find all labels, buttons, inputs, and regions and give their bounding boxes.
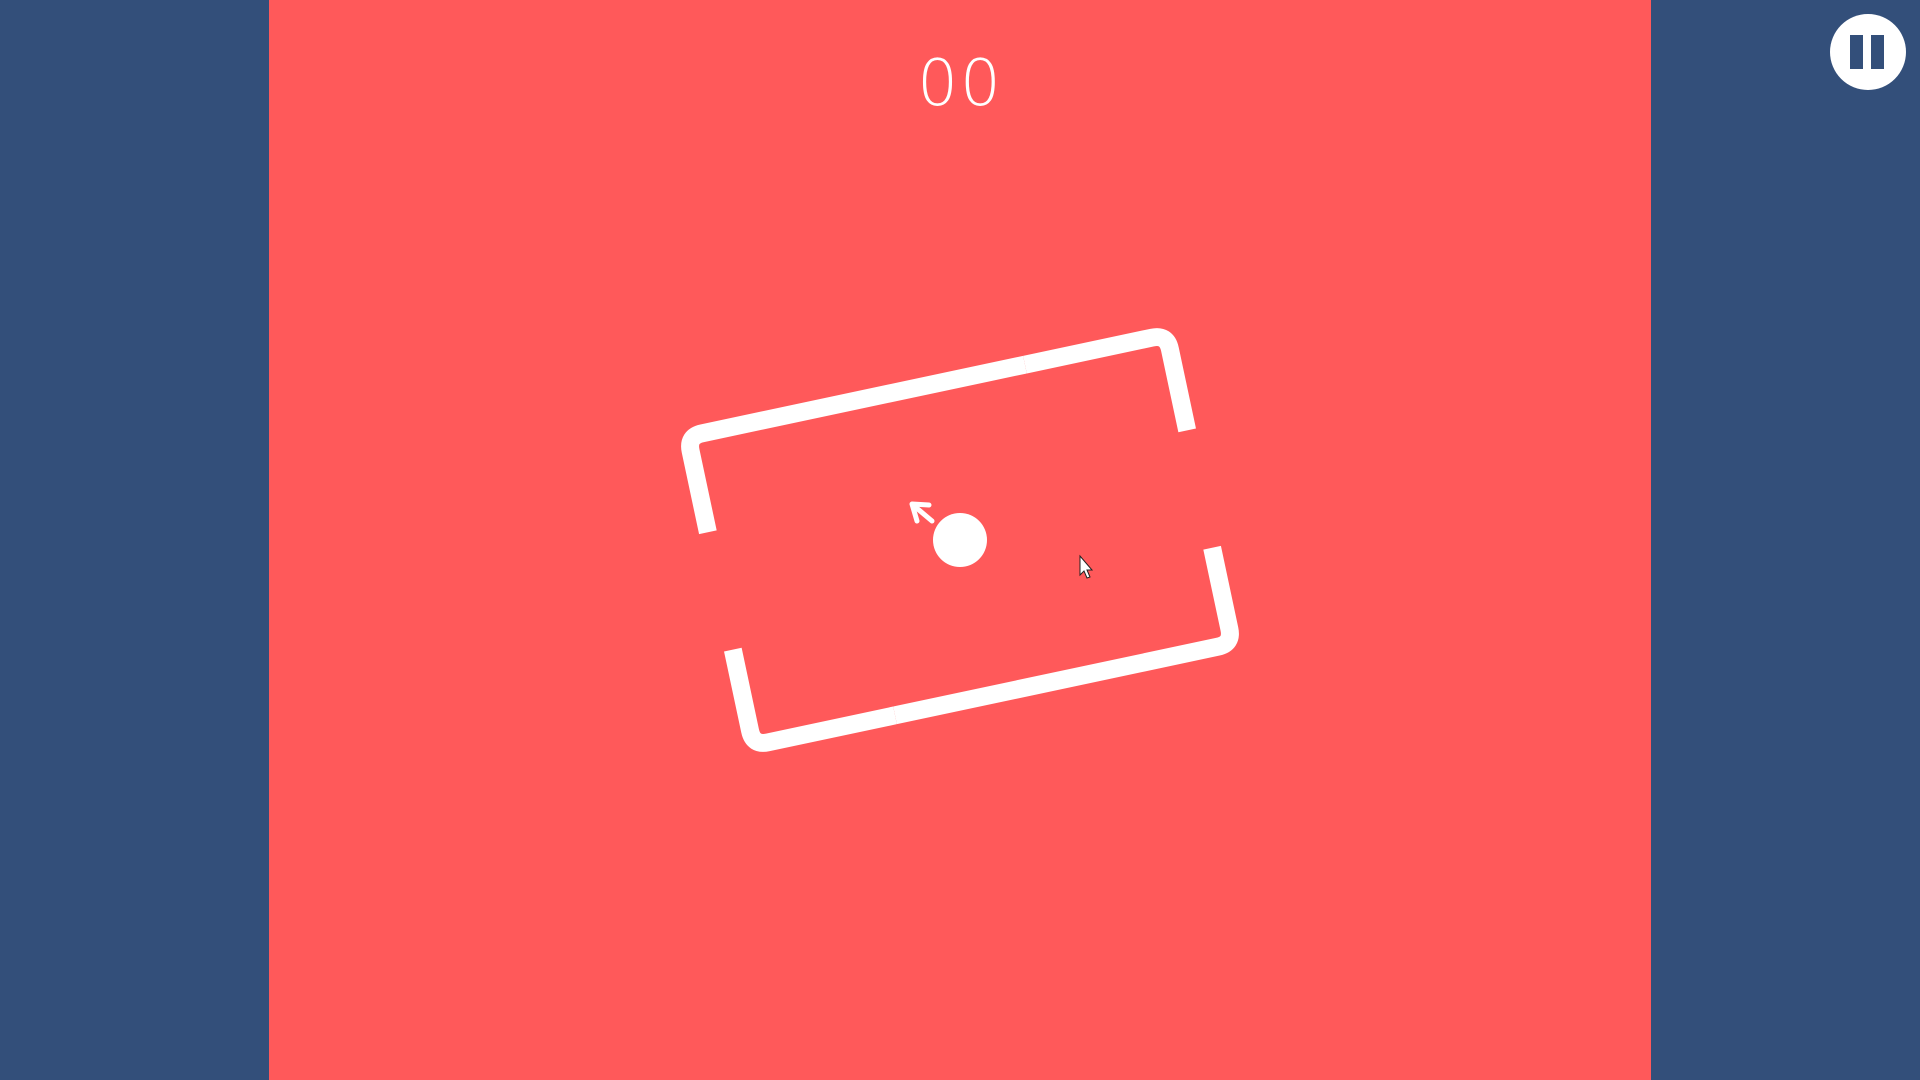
player-ball[interactable] [933,513,987,567]
frame-corner-bottom-left [724,647,897,752]
frame-corner-top-left [681,355,1027,535]
arrow-up-left-icon [909,501,935,524]
frame-corner-top-right [1023,328,1196,433]
pause-button[interactable] [1830,14,1906,90]
mouse-pointer-icon [1079,554,1094,579]
game-field [681,328,1239,752]
frame-corner-bottom-right [893,545,1239,725]
